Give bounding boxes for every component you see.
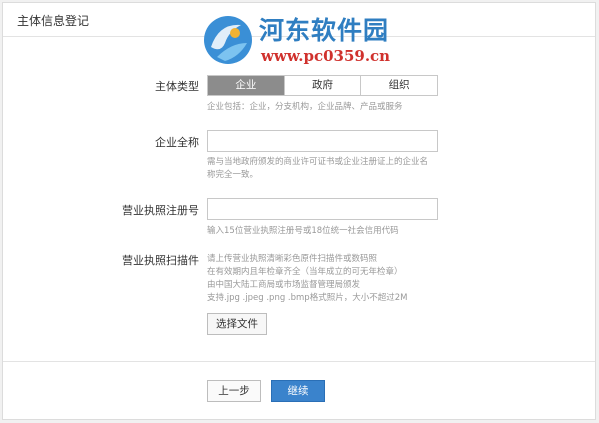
license-scan-hint-line-1: 请上传营业执照清晰彩色原件扫描件或数码照 — [207, 254, 378, 264]
registration-panel: 主体信息登记 河东软件园 www.pc0359.cn 主体类型 企业 政府 组织… — [2, 2, 596, 420]
full-name-hint-line-2: 称完全一致。 — [207, 170, 259, 180]
choose-file-button[interactable]: 选择文件 — [207, 313, 267, 335]
license-number-input[interactable] — [207, 198, 438, 220]
license-number-hint: 输入15位营业执照注册号或18位统一社会信用代码 — [207, 226, 399, 236]
entity-type-segmented-control: 企业 政府 组织 — [207, 75, 438, 96]
license-scan-hint-line-4: 支持.jpg .jpeg .png .bmp格式照片，大小不超过2M — [207, 293, 408, 303]
entity-type-option-organization[interactable]: 组织 — [360, 76, 437, 95]
previous-step-button[interactable]: 上一步 — [207, 380, 261, 402]
page-title: 主体信息登记 — [17, 14, 90, 28]
watermark-name: 河东软件园 — [259, 16, 390, 45]
entity-type-hint: 企业包括：企业，分支机构，企业品牌、产品或服务 — [207, 102, 403, 112]
watermark-url: www.pc0359.cn — [261, 47, 391, 65]
license-scan-hint-line-2: 在有效期内且年检章齐全（当年成立的可无年检章） — [207, 267, 403, 277]
entity-type-option-enterprise[interactable]: 企业 — [208, 76, 284, 95]
license-scan-hint-line-3: 由中国大陆工商局或市场监督管理局颁发 — [207, 280, 361, 290]
license-number-label: 营业执照注册号 — [122, 204, 199, 217]
license-scan-label: 营业执照扫描件 — [122, 254, 199, 267]
full-name-input[interactable] — [207, 130, 438, 152]
full-name-label: 企业全称 — [155, 136, 199, 149]
footer-divider — [3, 361, 595, 362]
continue-button[interactable]: 继续 — [271, 380, 325, 402]
full-name-hint-line-1: 需与当地政府颁发的商业许可证书或企业注册证上的企业名 — [207, 157, 429, 167]
watermark-logo-icon — [204, 16, 252, 64]
entity-type-label: 主体类型 — [155, 80, 199, 93]
watermark: 河东软件园 www.pc0359.cn — [201, 9, 411, 71]
entity-type-option-government[interactable]: 政府 — [283, 76, 361, 95]
